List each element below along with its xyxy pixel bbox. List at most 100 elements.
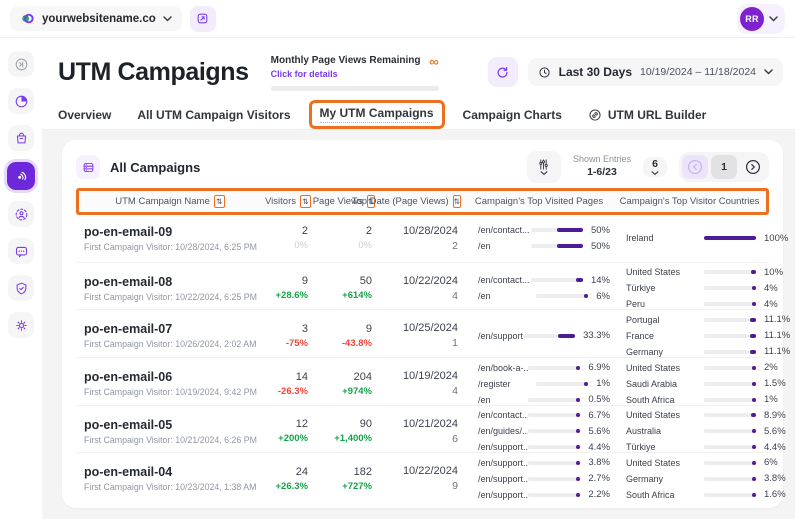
stat-bar-track xyxy=(528,366,580,370)
stat-bar-track xyxy=(704,413,756,417)
column-filter-button[interactable] xyxy=(527,151,561,183)
pie-chart-icon xyxy=(14,94,29,109)
stat-bar-fill xyxy=(576,477,580,481)
stat-label: /en/book-a-... xyxy=(478,363,528,373)
stat-bar-track xyxy=(704,477,756,481)
refresh-button[interactable] xyxy=(488,57,518,87)
campaign-name: po-en-email-06 xyxy=(84,370,258,384)
avatar: RR xyxy=(740,7,764,31)
top-countries-list: Portugal 11.1% France 11.1% Germany 11.1… xyxy=(610,314,790,357)
sort-icon[interactable]: ⇅ xyxy=(214,195,225,208)
top-countries-list: Ireland 100% xyxy=(610,233,788,244)
stat-bar-track xyxy=(704,382,756,386)
table-list-icon xyxy=(76,155,100,179)
page-number[interactable]: 1 xyxy=(711,155,737,179)
sidebar-item-audience[interactable] xyxy=(8,201,34,227)
next-page-button[interactable] xyxy=(740,155,766,179)
top-date-views: 9 xyxy=(376,480,458,492)
website-selector[interactable]: yourwebsitename.co xyxy=(10,6,182,31)
stat-percentage: 4% xyxy=(764,283,778,294)
top-pages-list: /en/contact... 50% /en 50% xyxy=(462,225,610,252)
stat-bar-item: /en 6% xyxy=(478,291,610,302)
stat-bar-item: /en 0.5% xyxy=(478,394,610,405)
tab-utm-url-builder[interactable]: UTM URL Builder xyxy=(588,108,706,122)
stat-percentage: 11.1% xyxy=(764,346,790,357)
campaign-name: po-en-email-04 xyxy=(84,465,258,479)
stat-label: Ireland xyxy=(626,233,704,243)
stat-bar-fill xyxy=(752,286,756,290)
sort-icon[interactable]: ⇅ xyxy=(300,195,311,208)
pageviews-quota-widget: Monthly Page Views Remaining Click for d… xyxy=(271,55,439,91)
stat-label: South Africa xyxy=(626,490,704,500)
refresh-icon xyxy=(495,65,510,80)
top-date-views: 4 xyxy=(376,385,458,397)
tab-campaign-charts[interactable]: Campaign Charts xyxy=(463,108,562,122)
visitors-value: 3 xyxy=(258,323,308,335)
sidebar-item-privacy[interactable] xyxy=(8,275,34,301)
stat-bar-fill xyxy=(576,461,580,465)
table-row[interactable]: po-en-email-04 First Campaign Visitor: 1… xyxy=(76,453,769,500)
stat-label: United States xyxy=(626,410,704,420)
column-header-campaign-name[interactable]: UTM Campaign Name ⇅ xyxy=(79,195,261,208)
stat-bar-track xyxy=(704,445,756,449)
stat-label: South Africa xyxy=(626,395,704,405)
stat-bar-item: /en/support... 2.7% xyxy=(478,473,610,484)
page-views-value: 2 xyxy=(312,225,372,237)
stat-bar-fill xyxy=(752,382,756,386)
stat-bar-track xyxy=(704,318,756,322)
open-site-button[interactable] xyxy=(190,6,216,32)
pagination: 1 xyxy=(679,152,769,182)
visitors-change: -26.3% xyxy=(258,386,308,397)
stat-bar-fill xyxy=(576,493,580,497)
stat-bar-track xyxy=(704,302,756,306)
sidebar-item-feedback[interactable] xyxy=(8,238,34,264)
stat-bar-item: /en/contact... 50% xyxy=(478,225,610,236)
user-menu[interactable]: RR xyxy=(737,4,785,34)
top-date-views: 2 xyxy=(376,240,458,252)
stat-bar-fill xyxy=(576,429,580,433)
stat-bar-fill xyxy=(704,236,756,240)
date-range-selector[interactable]: Last 30 Days 10/19/2024 – 11/18/2024 xyxy=(528,58,783,86)
column-header-visitors[interactable]: Visitors ⇅ xyxy=(261,195,315,208)
visitors-value: 9 xyxy=(258,275,308,287)
table-row[interactable]: po-en-email-09 First Campaign Visitor: 1… xyxy=(76,215,769,263)
page-size-select[interactable]: 6 xyxy=(643,157,667,177)
stat-bar-item: United States 10% xyxy=(626,267,783,278)
tab-overview[interactable]: Overview xyxy=(58,108,111,122)
stat-bar-fill xyxy=(750,350,756,354)
stat-percentage: 6% xyxy=(596,291,610,302)
stat-percentage: 5.6% xyxy=(588,426,610,437)
stat-bar-fill xyxy=(752,477,756,481)
page-header: UTM Campaigns Monthly Page Views Remaini… xyxy=(42,38,795,100)
table-row[interactable]: po-en-email-08 First Campaign Visitor: 1… xyxy=(76,263,769,311)
stat-label: /en/contact... xyxy=(478,225,531,235)
page-views-value: 50 xyxy=(312,275,372,287)
chevron-down-icon xyxy=(540,171,548,176)
table-row[interactable]: po-en-email-07 First Campaign Visitor: 1… xyxy=(76,310,769,358)
sidebar-item-ecommerce[interactable] xyxy=(8,125,34,151)
stat-label: France xyxy=(626,331,704,341)
first-campaign-visitor: First Campaign Visitor: 10/26/2024, 2:02… xyxy=(84,339,258,349)
first-campaign-visitor: First Campaign Visitor: 10/28/2024, 6:25… xyxy=(84,242,258,252)
page-views-value: 90 xyxy=(312,418,372,430)
shopping-bag-icon xyxy=(14,131,29,146)
tab-all-utm-campaign-visitors[interactable]: All UTM Campaign Visitors xyxy=(137,108,290,122)
first-campaign-visitor: First Campaign Visitor: 10/19/2024, 9:42… xyxy=(84,387,258,397)
stat-bar-fill xyxy=(576,445,580,449)
stat-bar-item: South Africa 1.6% xyxy=(626,489,786,500)
sidebar-collapse-button[interactable] xyxy=(8,51,34,77)
prev-page-button[interactable] xyxy=(682,155,708,179)
tab-my-utm-campaigns[interactable]: My UTM Campaigns xyxy=(309,100,445,129)
quota-details-link[interactable]: Click for details xyxy=(271,69,421,79)
sidebar-item-campaigns[interactable] xyxy=(7,162,35,190)
stat-bar-item: /en/contact... 14% xyxy=(478,275,610,286)
visitors-change: +28.6% xyxy=(258,290,308,301)
sidebar-item-analytics[interactable] xyxy=(8,88,34,114)
column-header-top-date[interactable]: Top Date (Page Views) ⇅ xyxy=(379,195,465,208)
sidebar-item-settings[interactable] xyxy=(8,312,34,338)
content-area: All Campaigns Shown xyxy=(42,130,795,519)
stat-bar-fill xyxy=(584,294,588,298)
table-row[interactable]: po-en-email-05 First Campaign Visitor: 1… xyxy=(76,406,769,454)
table-row[interactable]: po-en-email-06 First Campaign Visitor: 1… xyxy=(76,358,769,406)
sort-icon[interactable]: ⇅ xyxy=(453,195,461,208)
